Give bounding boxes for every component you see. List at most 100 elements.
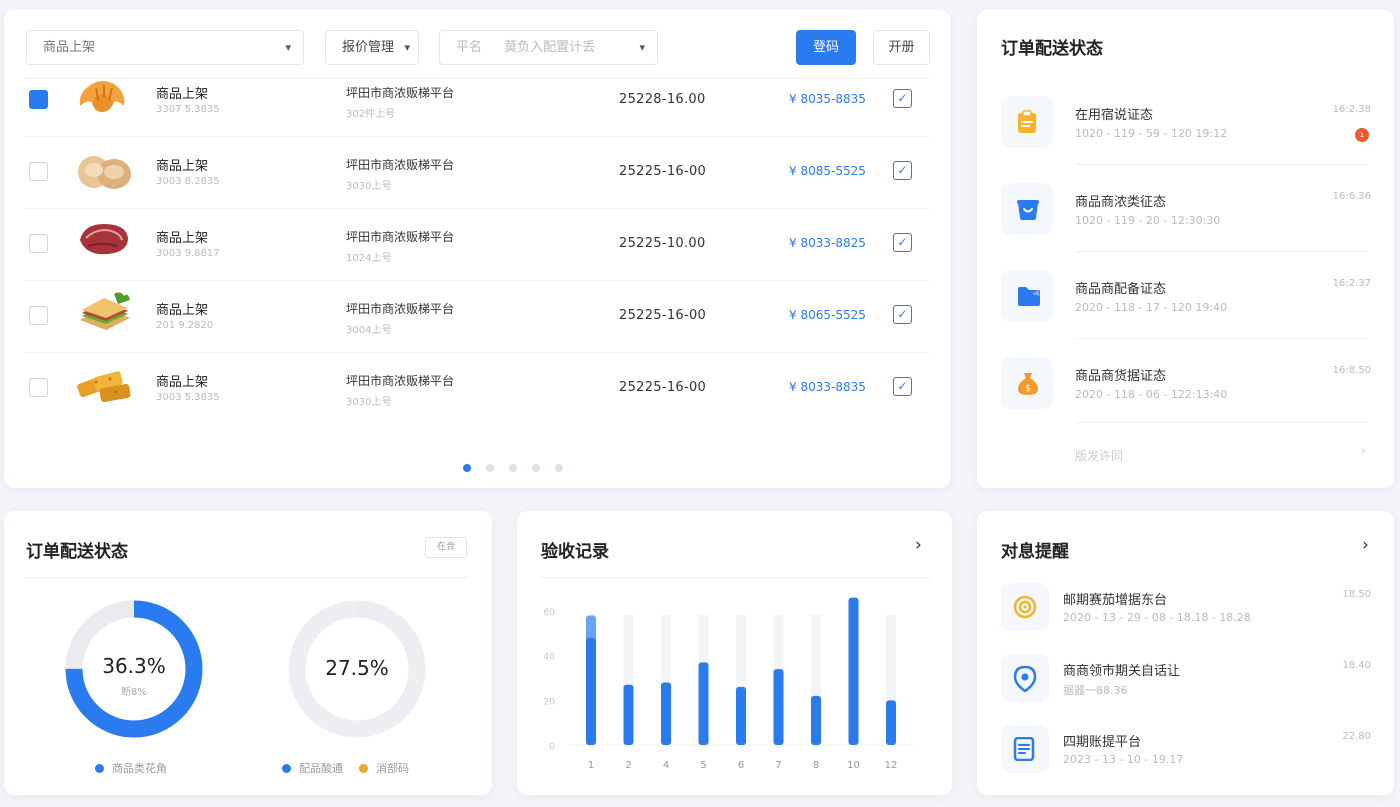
- product-price: ¥ 8033-8825: [789, 236, 866, 250]
- message-item[interactable]: 邮期赛茄增据东台 2020 - 13 - 29 - 08 - 18.18 - 18…: [1001, 583, 1371, 633]
- check-icon[interactable]: ✓: [893, 377, 912, 396]
- product-price: ¥ 8065-5525: [789, 308, 866, 322]
- svg-text:$: $: [1025, 384, 1031, 394]
- status-time: 2020 - 118 - 17 - 120 19:40: [1075, 301, 1228, 314]
- message-time: 2023 - 13 - 10 - 19.17: [1063, 753, 1184, 766]
- product-code: 25225-10.00: [619, 236, 706, 251]
- product-platform-sub: 3030上号: [346, 397, 392, 408]
- product-row[interactable]: 商品上架 201 9.2820 坪田市商浓贩梯平台 3004上号 25225-16-00…: [4, 280, 950, 352]
- clipboard-icon: [1001, 96, 1053, 148]
- category-select[interactable]: 商品上架 ▾: [26, 30, 304, 65]
- pagination-dot[interactable]: [463, 464, 471, 472]
- card-title: 对息提醒: [1001, 542, 1069, 562]
- status-name: 商品商配备证态: [1075, 282, 1167, 297]
- meat-icon: [74, 216, 140, 272]
- product-row[interactable]: 商品上架 3307 5.3835 坪田市商浓贩梯平台 302件上号 25228-16.0…: [4, 64, 950, 136]
- check-icon[interactable]: ✓: [893, 233, 912, 252]
- check-icon[interactable]: ✓: [893, 89, 912, 108]
- filter-bar: 商品上架 ▾ 报价管理 ▾ 平名 莫负入配置计丢 ▾ 登码 开册: [26, 30, 930, 66]
- product-row[interactable]: 商品上架 3003 9.8817 坪田市商浓贩梯平台 1024上号 25225-10.0…: [4, 208, 950, 280]
- row-checkbox[interactable]: [29, 378, 48, 397]
- product-platform: 坪田市商浓贩梯平台: [346, 86, 455, 100]
- message-item[interactable]: 商商领市期关自话让 据器一88.36 18.40: [1001, 654, 1371, 704]
- pagination-dot[interactable]: [555, 464, 563, 472]
- chevron-right-icon[interactable]: ›: [1361, 444, 1366, 459]
- legend-label: 消部码: [376, 762, 409, 775]
- product-name: 商品上架: [156, 87, 209, 102]
- product-platform: 坪田市商浓贩梯平台: [346, 158, 455, 172]
- pagination-dot[interactable]: [509, 464, 517, 472]
- card-title: 订单配送状态: [1001, 39, 1103, 59]
- pagination-dot[interactable]: [532, 464, 540, 472]
- message-clock: 22.80: [1342, 731, 1371, 742]
- bar[interactable]: [698, 662, 709, 745]
- name-placeholder: 莫负入配置计丢: [504, 40, 596, 55]
- product-platform: 坪田市商浓贩梯平台: [346, 302, 455, 316]
- message-item[interactable]: 四期账提平台 2023 - 13 - 10 - 19.17 22.80: [1001, 725, 1371, 775]
- row-checkbox[interactable]: [29, 162, 48, 181]
- croissant-icon: [74, 72, 140, 128]
- bar[interactable]: [848, 597, 859, 745]
- order-status-donut-card: 订单配送状态 在合 36.3% 断8% 27.5% 商品类花角 配品酸通 消部码: [4, 511, 492, 795]
- product-name: 商品上架: [156, 303, 209, 318]
- product-code: 25225-16-00: [619, 308, 707, 323]
- message-title: 四期账提平台: [1063, 735, 1142, 750]
- quote-select[interactable]: 报价管理 ▾: [325, 30, 419, 65]
- product-row[interactable]: 商品上架 3003 5.3835 坪田市商浓贩梯平台 3030上号 25225-16-0…: [4, 352, 950, 424]
- delivery-status-item[interactable]: $ 商品商货据证态 2020 - 118 - 06 - 122:13:40 16:8.…: [1001, 357, 1371, 437]
- pagination-dot[interactable]: [486, 464, 494, 472]
- product-sub: 201 9.2820: [156, 320, 214, 331]
- product-platform-sub: 3004上号: [346, 325, 392, 336]
- divider: [1075, 422, 1367, 423]
- bar[interactable]: [811, 695, 821, 745]
- check-icon[interactable]: ✓: [893, 305, 912, 324]
- bar[interactable]: [773, 669, 784, 745]
- x-tick-label: 4: [663, 760, 669, 771]
- bar[interactable]: [661, 682, 671, 745]
- sandwich-icon: [74, 288, 140, 344]
- notification-badge: 1: [1355, 128, 1369, 142]
- product-name: 商品上架: [156, 159, 209, 174]
- bar[interactable]: [886, 700, 896, 745]
- product-price: ¥ 8035-8835: [789, 92, 866, 106]
- primary-button[interactable]: 登码: [796, 30, 856, 65]
- bar[interactable]: [586, 637, 596, 745]
- bar[interactable]: [623, 684, 634, 745]
- product-list-card: 商品上架 ▾ 报价管理 ▾ 平名 莫负入配置计丢 ▾ 登码 开册 商品上架 330…: [4, 10, 950, 488]
- message-title: 邮期赛茄增据东台: [1063, 593, 1168, 608]
- product-row[interactable]: 商品上架 3003 8.2835 坪田市商浓贩梯平台 3030上号 25225-16-0…: [4, 136, 950, 208]
- legend-item: 商品类花角: [95, 760, 167, 776]
- chevron-down-icon: ▾: [404, 41, 410, 54]
- product-code: 25225-16-00: [619, 164, 707, 179]
- x-tick-label: 8: [813, 760, 819, 771]
- bar[interactable]: [736, 686, 746, 745]
- status-time: 1020 - 119 - 20 - 12:30:30: [1075, 214, 1221, 227]
- x-tick-label: 5: [700, 760, 706, 771]
- row-checkbox[interactable]: [29, 90, 48, 109]
- status-name: 在用宿说证态: [1075, 108, 1154, 123]
- secondary-button[interactable]: 开册: [873, 30, 930, 65]
- document-icon: [1001, 725, 1049, 773]
- row-checkbox[interactable]: [29, 306, 48, 325]
- status-name: 商品商货据证态: [1075, 369, 1167, 384]
- name-label: 平名: [456, 40, 483, 55]
- product-price: ¥ 8085-5525: [789, 164, 866, 178]
- name-search-select[interactable]: 平名 莫负入配置计丢 ▾: [439, 30, 658, 65]
- product-name: 商品上架: [156, 231, 209, 246]
- donut-1-sub: 断8%: [121, 687, 147, 698]
- check-icon[interactable]: ✓: [893, 161, 912, 180]
- chevron-down-icon: ▾: [639, 41, 645, 54]
- message-clock: 18.50: [1342, 589, 1371, 600]
- legend-dot: [359, 764, 368, 773]
- row-checkbox[interactable]: [29, 234, 48, 253]
- message-time: 2020 - 13 - 29 - 08 - 18.18 - 18.28: [1063, 611, 1251, 624]
- x-tick-label: 1: [588, 760, 594, 771]
- chevron-down-icon: ▾: [285, 41, 291, 54]
- product-platform-sub: 3030上号: [346, 181, 392, 192]
- donut-charts: [65, 600, 426, 738]
- item-divider: [1075, 251, 1367, 252]
- more-link[interactable]: 版发许同: [1075, 447, 1123, 464]
- donut-1-percent: 36.3%: [102, 654, 166, 678]
- basket-icon: [1001, 183, 1053, 235]
- chevron-right-icon[interactable]: ›: [1362, 535, 1369, 555]
